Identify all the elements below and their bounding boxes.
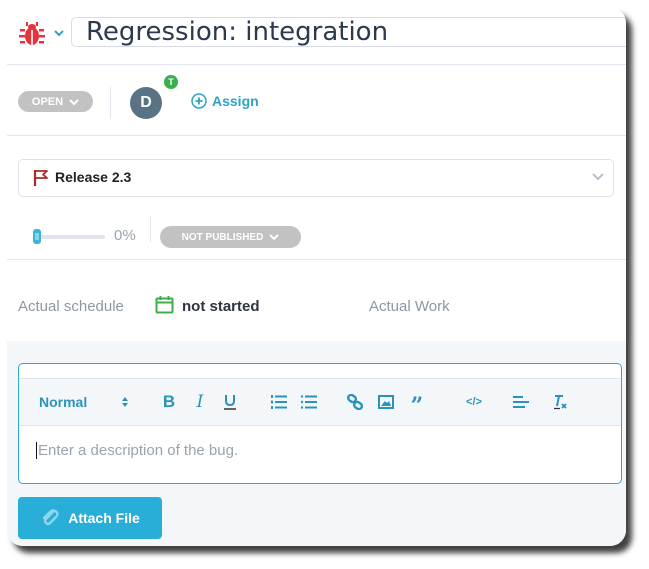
underline-icon[interactable] [220, 379, 240, 425]
divider [150, 216, 151, 242]
assign-label: Assign [212, 93, 259, 109]
select-arrows-icon[interactable] [119, 379, 131, 425]
ordered-list-icon[interactable] [269, 379, 289, 425]
attach-file-button[interactable]: Attach File [18, 497, 162, 539]
release-value: Release 2.3 [55, 169, 132, 185]
avatar-initial: D [140, 94, 152, 111]
format-select[interactable]: Normal [39, 379, 87, 425]
issue-card: Regression: integration OPEN D T Assign … [7, 7, 626, 546]
align-icon[interactable] [511, 379, 531, 425]
editor-toolbar: Normal B I ” </> [19, 378, 621, 426]
progress-percent: 0% [114, 227, 136, 244]
issue-title-input[interactable]: Regression: integration [71, 17, 626, 47]
status-label: OPEN [31, 95, 64, 108]
chevron-down-icon[interactable] [52, 26, 66, 40]
chevron-down-icon [69, 98, 79, 105]
attach-file-label: Attach File [68, 510, 140, 526]
clear-format-icon[interactable] [550, 379, 570, 425]
bold-icon[interactable]: B [159, 379, 179, 425]
status-row: OPEN D T Assign [7, 65, 626, 136]
progress-slider-handle[interactable] [33, 229, 41, 244]
actual-work-label: Actual Work [369, 298, 450, 315]
divider [110, 87, 111, 119]
release-select[interactable]: Release 2.3 [18, 159, 614, 197]
description-section: Normal B I ” </> Enter a description of … [7, 341, 626, 546]
publish-status-label: NOT PUBLISHED [181, 231, 264, 243]
blockquote-icon[interactable]: ” [407, 379, 427, 425]
avatar-badge: T [164, 75, 178, 89]
chevron-down-icon [269, 234, 280, 241]
image-icon[interactable] [376, 379, 396, 425]
format-select-value: Normal [39, 394, 88, 410]
calendar-icon[interactable] [155, 295, 174, 314]
issue-header: Regression: integration [7, 7, 626, 65]
code-icon[interactable]: </> [464, 379, 484, 425]
link-icon[interactable] [345, 379, 365, 425]
description-input[interactable]: Enter a description of the bug. [36, 442, 238, 459]
paperclip-icon [43, 509, 59, 526]
description-editor: Normal B I ” </> Enter a description of … [18, 363, 622, 484]
bug-icon[interactable] [18, 20, 46, 48]
plus-circle-icon [191, 93, 207, 109]
bullet-list-icon[interactable] [299, 379, 319, 425]
assign-button[interactable]: Assign [191, 93, 259, 109]
schedule-row: Actual schedule not started Actual Work [7, 259, 626, 342]
publish-status-dropdown[interactable]: NOT PUBLISHED [160, 226, 301, 248]
flag-icon [33, 170, 48, 186]
grip-icon [35, 233, 39, 240]
actual-schedule-label: Actual schedule [18, 298, 124, 315]
assignee-avatar[interactable]: D [130, 87, 162, 119]
italic-icon[interactable]: I [190, 379, 210, 425]
chevron-down-icon [592, 173, 604, 181]
progress-slider-track[interactable] [35, 235, 105, 239]
schedule-value[interactable]: not started [182, 298, 260, 315]
status-dropdown[interactable]: OPEN [18, 91, 93, 112]
